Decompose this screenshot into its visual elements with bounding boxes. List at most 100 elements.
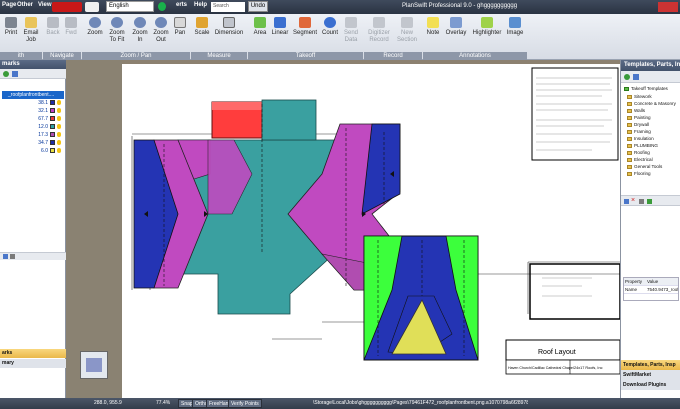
list-item[interactable]: 17.3 bbox=[30, 132, 66, 139]
menu-help[interactable]: Help bbox=[194, 2, 207, 8]
tree-page-node[interactable]: _roofplanfrontbent.... bbox=[2, 91, 64, 99]
send-data-button[interactable]: Send Data bbox=[342, 16, 360, 50]
template-item[interactable]: Flooring bbox=[627, 171, 651, 177]
template-item[interactable]: Sitework bbox=[627, 94, 652, 100]
area-button[interactable]: Area bbox=[251, 16, 269, 50]
templates-toolbar bbox=[621, 71, 680, 83]
lightbulb-icon[interactable] bbox=[57, 124, 61, 130]
zoom-to-fit-button[interactable]: Zoom To Fit bbox=[106, 16, 128, 50]
zoom-button[interactable]: Zoom bbox=[86, 16, 104, 50]
tab-templates[interactable]: Templates, Parts, Insp bbox=[621, 360, 680, 370]
template-item[interactable]: PLUMBING bbox=[627, 143, 658, 149]
area-icon bbox=[254, 17, 266, 28]
list-item[interactable]: 12.0 bbox=[30, 124, 66, 131]
note-button[interactable]: Note bbox=[425, 16, 441, 50]
count-icon bbox=[324, 17, 336, 28]
template-item[interactable]: Concrete & Masonry bbox=[627, 101, 676, 107]
lightbulb-icon[interactable] bbox=[57, 140, 61, 146]
link-icon[interactable] bbox=[3, 254, 8, 259]
digitizer-record-button[interactable]: Digitizer Record bbox=[366, 16, 392, 50]
color-swatch bbox=[50, 116, 55, 122]
segment-button[interactable]: Segment bbox=[292, 16, 318, 50]
lightbulb-icon[interactable] bbox=[57, 108, 61, 114]
delete-icon[interactable]: × bbox=[631, 197, 637, 204]
tab-download-plugins[interactable]: Download Plugins bbox=[621, 380, 680, 390]
image-button[interactable]: Image bbox=[506, 16, 524, 50]
menu-experts[interactable]: erts bbox=[176, 2, 187, 8]
list-item[interactable]: 34.7 bbox=[30, 140, 66, 147]
drawing-canvas[interactable]: Roof Layout Haven Church/Cadillac Cathed… bbox=[66, 60, 678, 398]
tab-marks[interactable]: arks bbox=[0, 349, 66, 358]
forward-button[interactable]: Fwd bbox=[63, 16, 79, 50]
verify-points-toggle[interactable]: Verify Points bbox=[228, 399, 262, 408]
highlighter-button[interactable]: Highlighter bbox=[470, 16, 504, 50]
zoom-fit-icon bbox=[111, 17, 123, 28]
template-item[interactable]: Electrical bbox=[627, 157, 653, 163]
menu-page[interactable]: Page bbox=[2, 2, 16, 8]
lightbulb-icon[interactable] bbox=[57, 132, 61, 138]
email-job-button[interactable]: Email Job bbox=[22, 16, 40, 50]
roof-plan-drawing: Roof Layout Haven Church/Cadillac Cathed… bbox=[131, 67, 620, 375]
color-swatch bbox=[50, 148, 55, 154]
menu-other[interactable]: Other bbox=[17, 2, 33, 8]
language-select[interactable]: English bbox=[106, 1, 154, 12]
segment-icon bbox=[299, 17, 311, 28]
template-item[interactable]: Painting bbox=[627, 115, 651, 121]
search-input[interactable]: Search bbox=[211, 2, 245, 12]
template-item[interactable]: Framing bbox=[627, 129, 651, 135]
lightbulb-icon[interactable] bbox=[57, 148, 61, 154]
refresh-icon[interactable] bbox=[633, 74, 639, 80]
list-item[interactable]: 6.0 bbox=[30, 148, 66, 155]
dimension-button[interactable]: Dimension bbox=[214, 16, 244, 50]
highlighter-icon bbox=[481, 17, 493, 28]
lightbulb-icon[interactable] bbox=[57, 100, 61, 106]
new-section-button[interactable]: New Section bbox=[394, 16, 420, 50]
template-item[interactable]: Drywall bbox=[627, 122, 649, 128]
tab-swiftmarket[interactable]: SwiftMarket bbox=[621, 370, 680, 380]
refresh-icon[interactable] bbox=[12, 71, 18, 77]
hand-icon bbox=[174, 17, 186, 28]
title-bar: Page Other View English erts Help Search… bbox=[0, 0, 680, 14]
globe-icon[interactable] bbox=[158, 2, 166, 11]
color-swatch bbox=[50, 124, 55, 130]
template-item[interactable]: Insulation bbox=[627, 136, 654, 142]
folder-icon bbox=[627, 157, 632, 162]
add-icon[interactable] bbox=[624, 74, 630, 80]
ribbon-toolbar: Print Email Job Back Fwd Zoom Zoom To Fi… bbox=[0, 14, 680, 60]
zoom-out-button[interactable]: Zoom Out bbox=[152, 16, 170, 50]
acrobat-icon[interactable] bbox=[85, 2, 99, 12]
linear-button[interactable]: Linear bbox=[270, 16, 290, 50]
list-item[interactable]: 67.7 bbox=[30, 116, 66, 123]
window-controls-icon[interactable] bbox=[658, 2, 678, 12]
page-thumbnail[interactable] bbox=[80, 351, 108, 379]
refresh-icon[interactable] bbox=[647, 199, 652, 204]
scale-button[interactable]: Scale bbox=[193, 16, 211, 50]
template-item[interactable]: Walls bbox=[627, 108, 645, 114]
back-button[interactable]: Back bbox=[45, 16, 61, 50]
add-icon[interactable] bbox=[3, 71, 9, 77]
print-button[interactable]: Print bbox=[3, 16, 19, 50]
template-item[interactable]: Roofing bbox=[627, 150, 650, 156]
status-bar: 288.0, 955.9 77.4% Snap Ortho FreeHand V… bbox=[0, 398, 680, 409]
menu-view[interactable]: View bbox=[38, 2, 52, 8]
overlay-button[interactable]: Overlay bbox=[444, 16, 468, 50]
list-item[interactable]: 38.1 bbox=[30, 100, 66, 107]
copy-icon[interactable] bbox=[624, 199, 629, 204]
file-path: \Storage\Local\Jobs\ghgggggggggg\Pages\7… bbox=[313, 400, 528, 406]
tab-summary[interactable]: mary bbox=[0, 359, 66, 368]
template-item[interactable]: General Tools bbox=[627, 164, 662, 170]
lightbulb-icon[interactable] bbox=[57, 116, 61, 122]
folder-icon bbox=[627, 171, 632, 176]
pan-button[interactable]: Pan bbox=[173, 16, 187, 50]
templates-panel: Templates, Parts, Inst Takeoff Templates… bbox=[620, 60, 680, 398]
folder-icon bbox=[627, 115, 632, 120]
table-row[interactable]: Name 7540.9473_roof bbox=[624, 286, 678, 294]
list-item[interactable]: 32.1 bbox=[30, 108, 66, 115]
edit-icon[interactable] bbox=[10, 254, 15, 259]
zoom-in-button[interactable]: Zoom In bbox=[131, 16, 149, 50]
undo-button[interactable]: Undo bbox=[248, 1, 268, 12]
tree-root-templates[interactable]: Takeoff Templates bbox=[624, 86, 668, 92]
count-button[interactable]: Count bbox=[321, 16, 339, 50]
dimension-icon bbox=[223, 17, 235, 28]
edit-icon[interactable] bbox=[639, 199, 644, 204]
